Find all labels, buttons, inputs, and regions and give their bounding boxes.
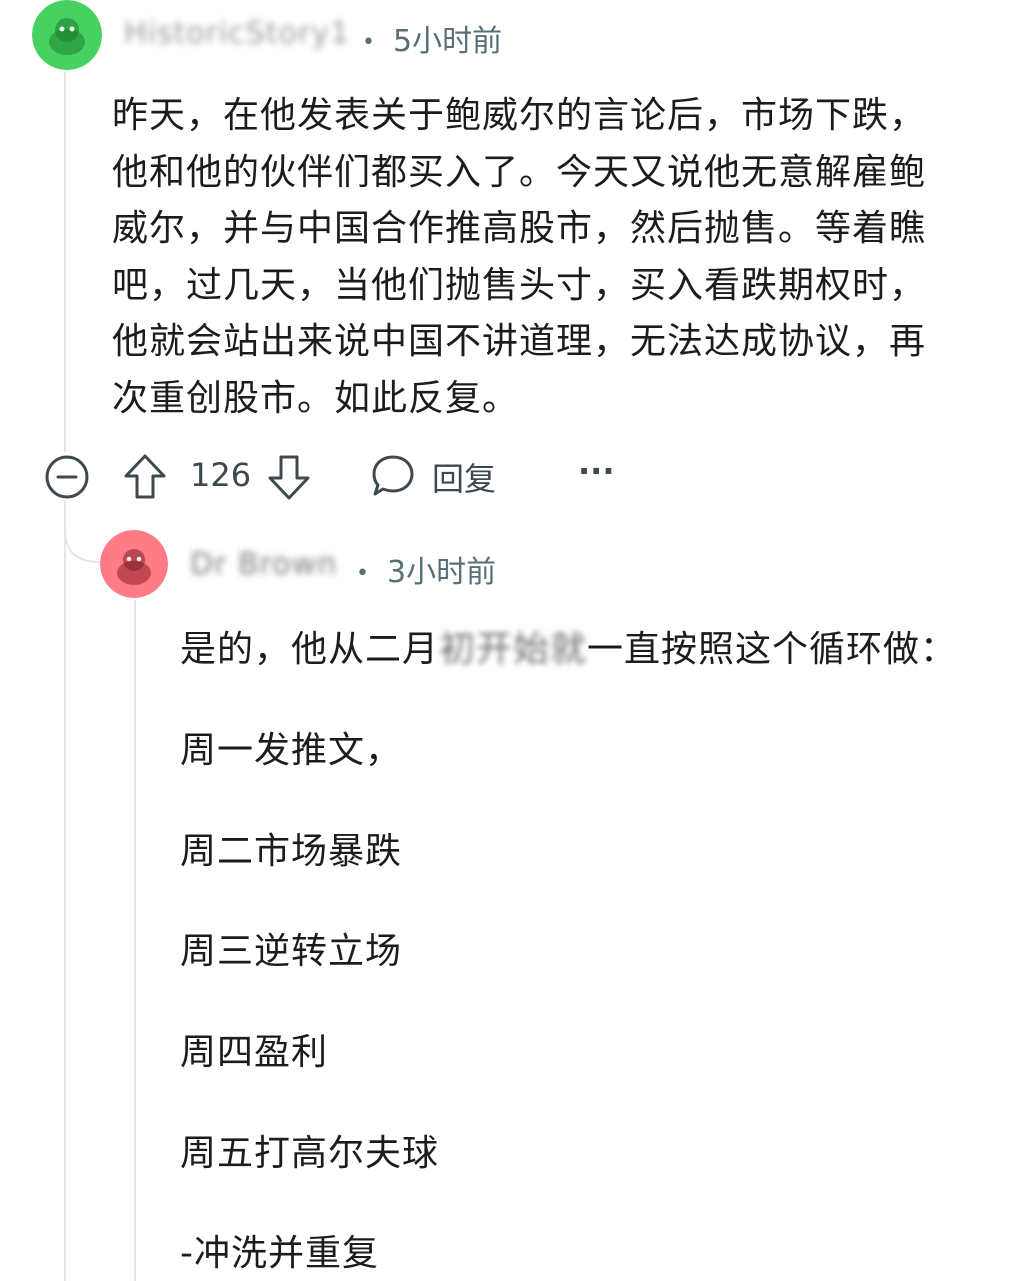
comment-body-line: 昨天，在他发表关于鲍威尔的言论后，市场下跌， <box>112 95 927 136</box>
separator-dot: • <box>362 30 375 55</box>
reply-label[interactable]: 回复 <box>432 454 496 500</box>
reply-line-tuesday: 周二市场暴跌 <box>180 831 403 872</box>
upvote-button[interactable] <box>122 452 168 502</box>
username[interactable]: HistoricStory1 <box>124 16 350 51</box>
reply-avatar[interactable] <box>100 530 168 598</box>
reply-button[interactable] <box>370 452 416 500</box>
downvote-button[interactable] <box>266 452 312 502</box>
thread-line-main <box>64 72 66 452</box>
snoo-avatar-icon <box>100 530 168 598</box>
reply-intro-text: 是的，他从二月 <box>180 629 440 670</box>
reply-meta: • 3小时前 <box>356 547 496 591</box>
reply-intro-text-end: 一直按照这个循环做： <box>587 629 958 670</box>
reply-line-repeat: -冲洗并重复 <box>180 1233 379 1274</box>
downvote-arrow-icon <box>268 455 310 500</box>
speech-bubble-icon <box>372 455 414 496</box>
upvote-arrow-icon <box>124 454 166 499</box>
collapse-minus-icon <box>45 455 89 499</box>
thread-line-main-lower <box>64 500 66 1281</box>
comment-body-line: 吧，过几天，当他们抛售头寸，买入看跌期权时， <box>112 264 927 306</box>
thread-line-reply <box>134 600 136 1281</box>
snoo-avatar-icon <box>32 0 102 70</box>
reply-line-thursday: 周四盈利 <box>180 1032 329 1073</box>
collapse-button[interactable] <box>44 454 90 500</box>
reply-username[interactable]: Dr Brown <box>190 547 337 582</box>
comment-body-line: 次重创股市。如此反复。 <box>112 377 520 419</box>
reply-line-wednesday: 周三逆转立场 <box>180 931 403 972</box>
comment-body: 昨天，在他发表关于鲍威尔的言论后，市场下跌， 他和他的伙伴们都买入了。今天又说他… <box>112 88 982 427</box>
reply-line-monday: 周一发推文， <box>180 730 403 771</box>
separator-dot: • <box>356 561 369 586</box>
comment-body-line: 他就会站出来说中国不讲道理，无法达成协议，再 <box>112 321 927 362</box>
timestamp: 5小时前 <box>392 24 503 59</box>
reply-intro-blurred: 初开始就 <box>439 629 588 670</box>
reply-intro: 是的，他从二月初开始就一直按照这个循环做： <box>180 620 957 672</box>
avatar[interactable] <box>32 0 102 70</box>
comment-body-line: 他和他的伙伴们都买入了。今天又说他无意解雇鲍 <box>112 151 927 193</box>
reply-line-friday: 周五打高尔夫球 <box>180 1133 440 1174</box>
vote-count: 126 <box>190 456 252 494</box>
reply-timestamp: 3小时前 <box>386 555 497 590</box>
comment-meta: • 5小时前 <box>362 16 502 60</box>
more-options-button[interactable]: ··· <box>578 452 614 490</box>
comment-body-line: 威尔，并与中国合作推高股市，然后抛售。等着瞧 <box>112 208 927 249</box>
